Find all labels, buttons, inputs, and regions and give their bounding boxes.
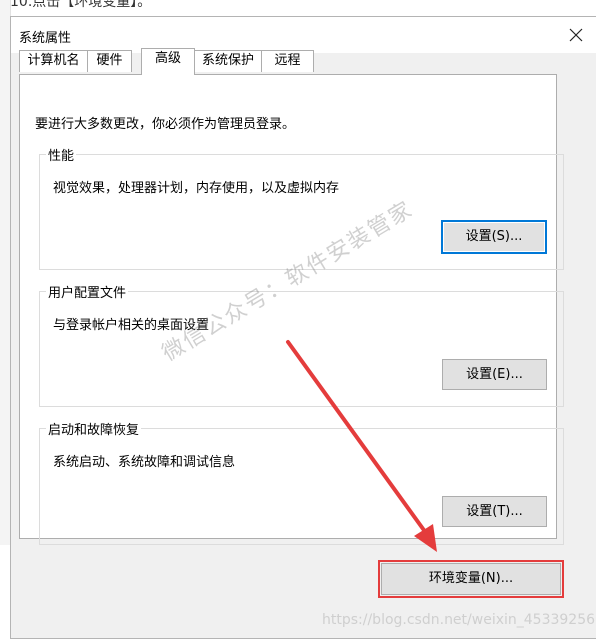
startup-recovery-group: 启动和故障恢复 系统启动、系统故障和调试信息 — [39, 419, 564, 545]
startup-recovery-description: 系统启动、系统故障和调试信息 — [53, 455, 236, 470]
startup-recovery-group-title: 启动和故障恢复 — [46, 419, 142, 438]
tab-remote[interactable]: 远程 — [261, 50, 314, 72]
highlight-box — [378, 560, 564, 598]
performance-settings-button[interactable]: 设置(S)... — [441, 220, 547, 254]
step-caption: 10.点击【环境变量】。 — [10, 0, 152, 10]
tab-advanced[interactable]: 高级 — [141, 48, 195, 75]
tab-system-protection[interactable]: 系统保护 — [194, 50, 262, 72]
user-profiles-group-title: 用户配置文件 — [46, 282, 129, 301]
close-icon — [569, 28, 583, 42]
startup-recovery-settings-button[interactable]: 设置(T)... — [442, 496, 547, 527]
performance-group-title: 性能 — [46, 145, 77, 164]
title-bar: 系统属性 — [11, 17, 596, 53]
admin-note: 要进行大多数更改，你必须作为管理员登录。 — [35, 117, 296, 132]
url-watermark: https://blog.csdn.net/weixin_45339256 — [322, 612, 596, 628]
tab-computer-name[interactable]: 计算机名 — [19, 50, 88, 72]
performance-description: 视觉效果，处理器计划，内存使用，以及虚拟内存 — [53, 181, 340, 196]
window-title: 系统属性 — [19, 31, 72, 46]
close-button[interactable] — [556, 17, 596, 53]
tab-hardware[interactable]: 硬件 — [87, 50, 132, 72]
user-profiles-settings-button[interactable]: 设置(E)... — [442, 359, 547, 390]
